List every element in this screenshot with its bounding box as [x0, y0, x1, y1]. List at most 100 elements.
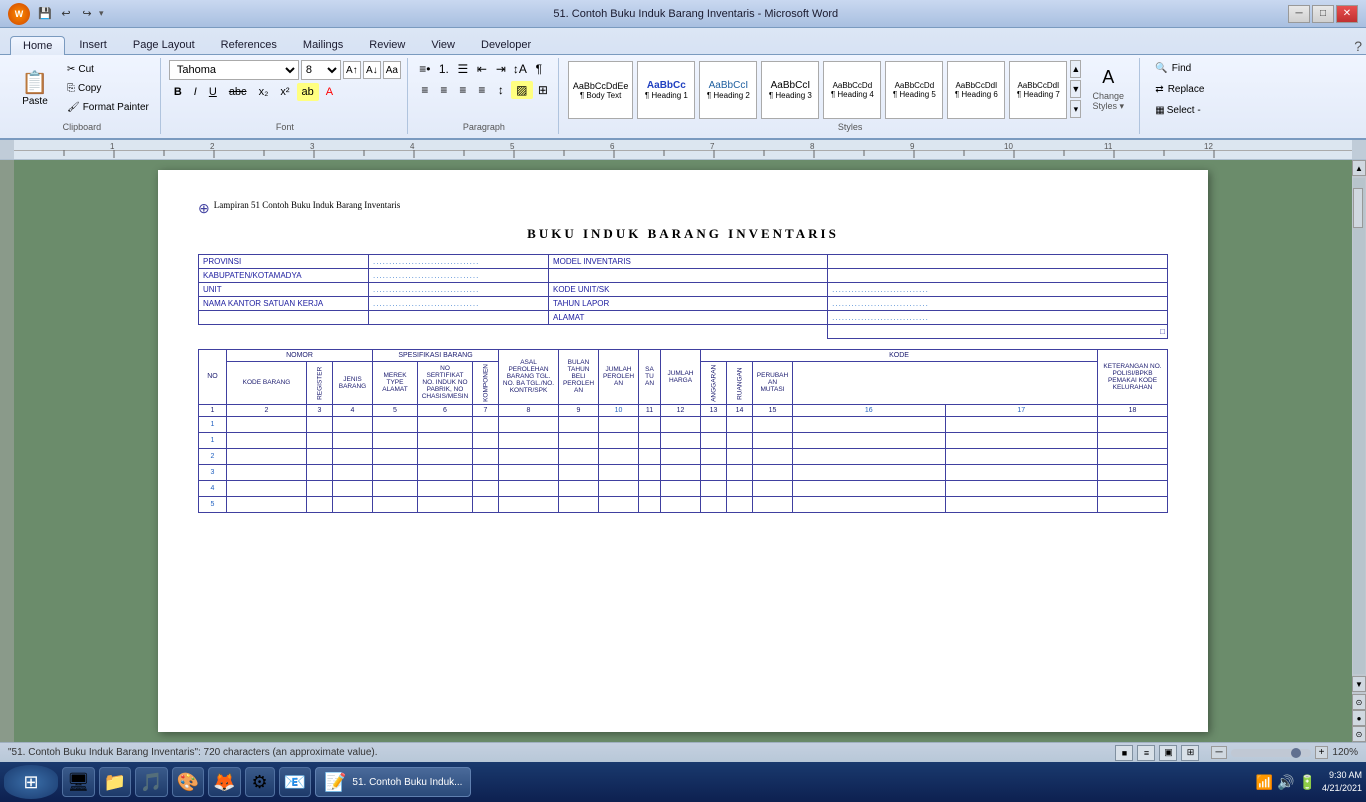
border-btn[interactable]: ⊞ [534, 81, 552, 99]
tab-review[interactable]: Review [357, 36, 417, 54]
style-heading4[interactable]: AaBbCcDd ¶ Heading 4 [823, 61, 881, 119]
select-browse-btn[interactable]: ● [1352, 710, 1366, 726]
change-styles-button[interactable]: A ChangeStyles ▾ [1083, 60, 1133, 118]
underline-btn[interactable]: U [204, 83, 222, 101]
taskbar-settings-btn[interactable]: ⚙ [245, 767, 275, 797]
taskbar-explorer-btn[interactable]: 🖥 [62, 767, 95, 797]
scroll-down-btn[interactable]: ▼ [1352, 676, 1366, 692]
font-color-btn[interactable]: A [321, 83, 338, 101]
style-heading5[interactable]: AaBbCcDd ¶ Heading 5 [885, 61, 943, 119]
document-scroll[interactable]: ⊕ Lampiran 51 Contoh Buku Induk Barang I… [14, 160, 1352, 742]
copy-button[interactable]: ⎘ Copy [62, 79, 154, 97]
styles-scroll-down-btn[interactable]: ▼ [1070, 80, 1081, 98]
numbering-btn[interactable]: 1. [435, 60, 453, 78]
bullets-btn[interactable]: ≡• [416, 60, 434, 78]
scroll-track[interactable] [1353, 178, 1365, 674]
font-name-select[interactable]: Tahoma [169, 60, 299, 80]
start-button[interactable]: ⊞ [4, 765, 58, 799]
undo-btn[interactable]: ↩ [57, 6, 75, 22]
justify-btn[interactable]: ≡ [473, 81, 491, 99]
subscript-btn[interactable]: x₂ [254, 83, 274, 101]
full-screen-btn[interactable]: ≡ [1137, 745, 1155, 761]
scroll-thumb[interactable] [1353, 188, 1363, 228]
maximize-btn[interactable]: □ [1312, 5, 1334, 23]
scroll-up-btn[interactable]: ▲ [1352, 160, 1366, 176]
taskbar-email-btn[interactable]: 📧 [279, 767, 311, 797]
shading-btn[interactable]: ▨ [511, 81, 533, 99]
clear-format-btn[interactable]: Aa [383, 61, 401, 79]
text-highlight-btn[interactable]: ab [297, 83, 319, 101]
tab-page-layout[interactable]: Page Layout [121, 36, 207, 54]
taskbar-word-label: 51. Contoh Buku Induk... [352, 777, 462, 788]
select-button[interactable]: ▦ Select - [1148, 102, 1207, 119]
bold-btn[interactable]: B [169, 83, 187, 101]
style-heading3[interactable]: AaBbCcI ¶ Heading 3 [761, 61, 819, 119]
info-alamat-label: ALAMAT [549, 311, 828, 325]
ribbon-help-icon[interactable]: ? [1354, 38, 1366, 54]
multilevel-btn[interactable]: ☰ [454, 60, 472, 78]
prev-page-btn[interactable]: ⊙ [1352, 694, 1366, 710]
col-satuan: SA TU AN [639, 350, 661, 405]
increase-indent-btn[interactable]: ⇥ [492, 60, 510, 78]
style-heading2[interactable]: AaBbCcI ¶ Heading 2 [699, 61, 757, 119]
minimize-btn[interactable]: ─ [1288, 5, 1310, 23]
format-painter-button[interactable]: 🖌 Format Painter [62, 98, 154, 116]
font-size-select[interactable]: 8 [301, 60, 341, 80]
decrease-indent-btn[interactable]: ⇤ [473, 60, 491, 78]
ruler-right-margin [1352, 140, 1366, 159]
tab-insert[interactable]: Insert [67, 36, 119, 54]
save-quick-btn[interactable]: 💾 [36, 6, 54, 22]
tab-mailings[interactable]: Mailings [291, 36, 355, 54]
outline-btn[interactable]: ⊞ [1181, 745, 1199, 761]
copy-label: Copy [78, 83, 101, 94]
web-layout-btn[interactable]: ▣ [1159, 745, 1177, 761]
tab-developer[interactable]: Developer [469, 36, 543, 54]
tab-references[interactable]: References [209, 36, 289, 54]
style-heading1[interactable]: AaBbCc ¶ Heading 1 [637, 61, 695, 119]
tab-home[interactable]: Home [10, 36, 65, 55]
replace-button[interactable]: ⇄ Replace [1148, 81, 1211, 98]
clipboard-group-content: 📋 Paste ✂ Cut ⎘ Copy 🖌 Format Painter [10, 60, 154, 120]
line-spacing-btn[interactable]: ↕ [492, 81, 510, 99]
align-left-btn[interactable]: ≡ [416, 81, 434, 99]
font-grow-btn[interactable]: A↑ [343, 61, 361, 79]
style-body-text[interactable]: AaBbCcDdEe ¶ Body Text [568, 61, 634, 119]
taskbar-media-btn[interactable]: 🎵 [135, 767, 167, 797]
styles-more-btn[interactable]: ▾ [1070, 100, 1081, 118]
next-page-btn[interactable]: ⊙ [1352, 726, 1366, 742]
taskbar-right: 📶 🔊 🔋 9:30 AM 4/21/2021 [1256, 769, 1362, 794]
zoom-out-btn[interactable]: ─ [1211, 746, 1226, 759]
num-3: 3 [307, 404, 333, 416]
redo-btn[interactable]: ↪ [78, 6, 96, 22]
taskbar-folder-btn[interactable]: 📁 [99, 767, 131, 797]
clock[interactable]: 9:30 AM 4/21/2021 [1322, 769, 1362, 794]
cut-button[interactable]: ✂ Cut [62, 60, 154, 78]
style-heading7[interactable]: AaBbCcDdI ¶ Heading 7 [1009, 61, 1067, 119]
find-button[interactable]: 🔍 Find [1148, 60, 1198, 77]
styles-scroll-up-btn[interactable]: ▲ [1070, 60, 1081, 78]
zoom-thumb [1291, 748, 1301, 758]
paste-button[interactable]: 📋 Paste [10, 60, 60, 118]
right-scrollbar[interactable]: ▲ ▼ ⊙ ● ⊙ [1352, 160, 1366, 742]
show-marks-btn[interactable]: ¶ [530, 60, 548, 78]
sort-btn[interactable]: ↕A [511, 60, 529, 78]
style-heading6[interactable]: AaBbCcDdI ¶ Heading 6 [947, 61, 1005, 119]
align-center-btn[interactable]: ≡ [435, 81, 453, 99]
taskbar-paint-btn[interactable]: 🎨 [172, 767, 204, 797]
italic-btn[interactable]: I [189, 83, 202, 101]
close-btn[interactable]: ✕ [1336, 5, 1358, 23]
font-shrink-btn[interactable]: A↓ [363, 61, 381, 79]
taskbar-firefox-btn[interactable]: 🦊 [208, 767, 240, 797]
taskbar-word-doc[interactable]: 📝 51. Contoh Buku Induk... [315, 767, 472, 797]
paragraph-label: Paragraph [416, 122, 552, 132]
svg-text:7: 7 [710, 142, 715, 151]
zoom-in-btn[interactable]: + [1315, 746, 1329, 759]
print-layout-btn[interactable]: ■ [1115, 745, 1133, 761]
strikethrough-btn[interactable]: abc [224, 83, 252, 101]
copy-icon: ⎘ [67, 83, 75, 94]
align-right-btn[interactable]: ≡ [454, 81, 472, 99]
font-label: Font [169, 122, 401, 132]
superscript-btn[interactable]: x² [275, 83, 294, 101]
tab-view[interactable]: View [419, 36, 467, 54]
zoom-slider[interactable] [1231, 749, 1311, 757]
